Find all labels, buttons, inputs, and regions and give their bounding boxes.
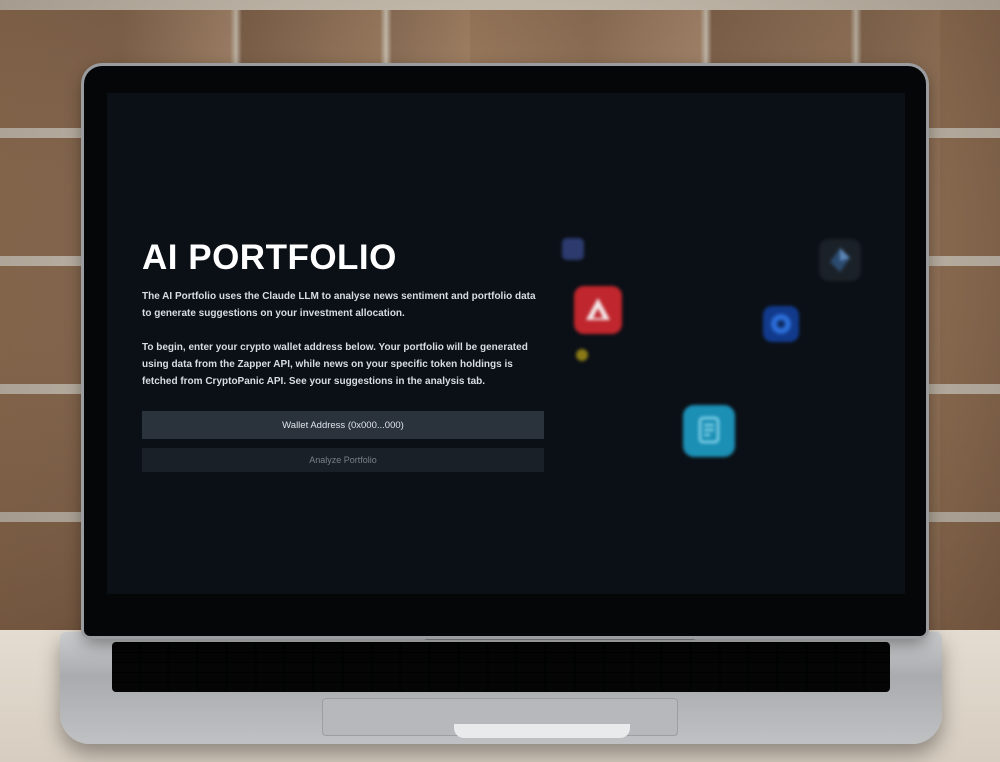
avalanche-icon [574, 286, 622, 334]
token-icon-blue-circle [763, 306, 799, 342]
laptop-keyboard [112, 642, 890, 692]
document-token-icon [683, 405, 735, 457]
portfolio-intro: AI PORTFOLIO The AI Portfolio uses the C… [142, 238, 544, 472]
token-icon-blue-square [562, 238, 584, 260]
intro-description: The AI Portfolio uses the Claude LLM to … [142, 291, 536, 319]
laptop-lid: AI PORTFOLIO The AI Portfolio uses the C… [84, 66, 926, 636]
token-icon-yellow-dot [576, 349, 588, 361]
laptop-base [60, 632, 942, 744]
wallet-address-input[interactable] [142, 411, 544, 439]
token-icon-dark-diamond [819, 239, 861, 281]
instructions-description: To begin, enter your crypto wallet addre… [142, 342, 528, 387]
analyze-portfolio-button[interactable]: Analyze Portfolio [142, 448, 544, 472]
laptop-screen: AI PORTFOLIO The AI Portfolio uses the C… [107, 93, 905, 594]
laptop-front-notch [454, 724, 630, 738]
page-title: AI PORTFOLIO [142, 238, 397, 277]
